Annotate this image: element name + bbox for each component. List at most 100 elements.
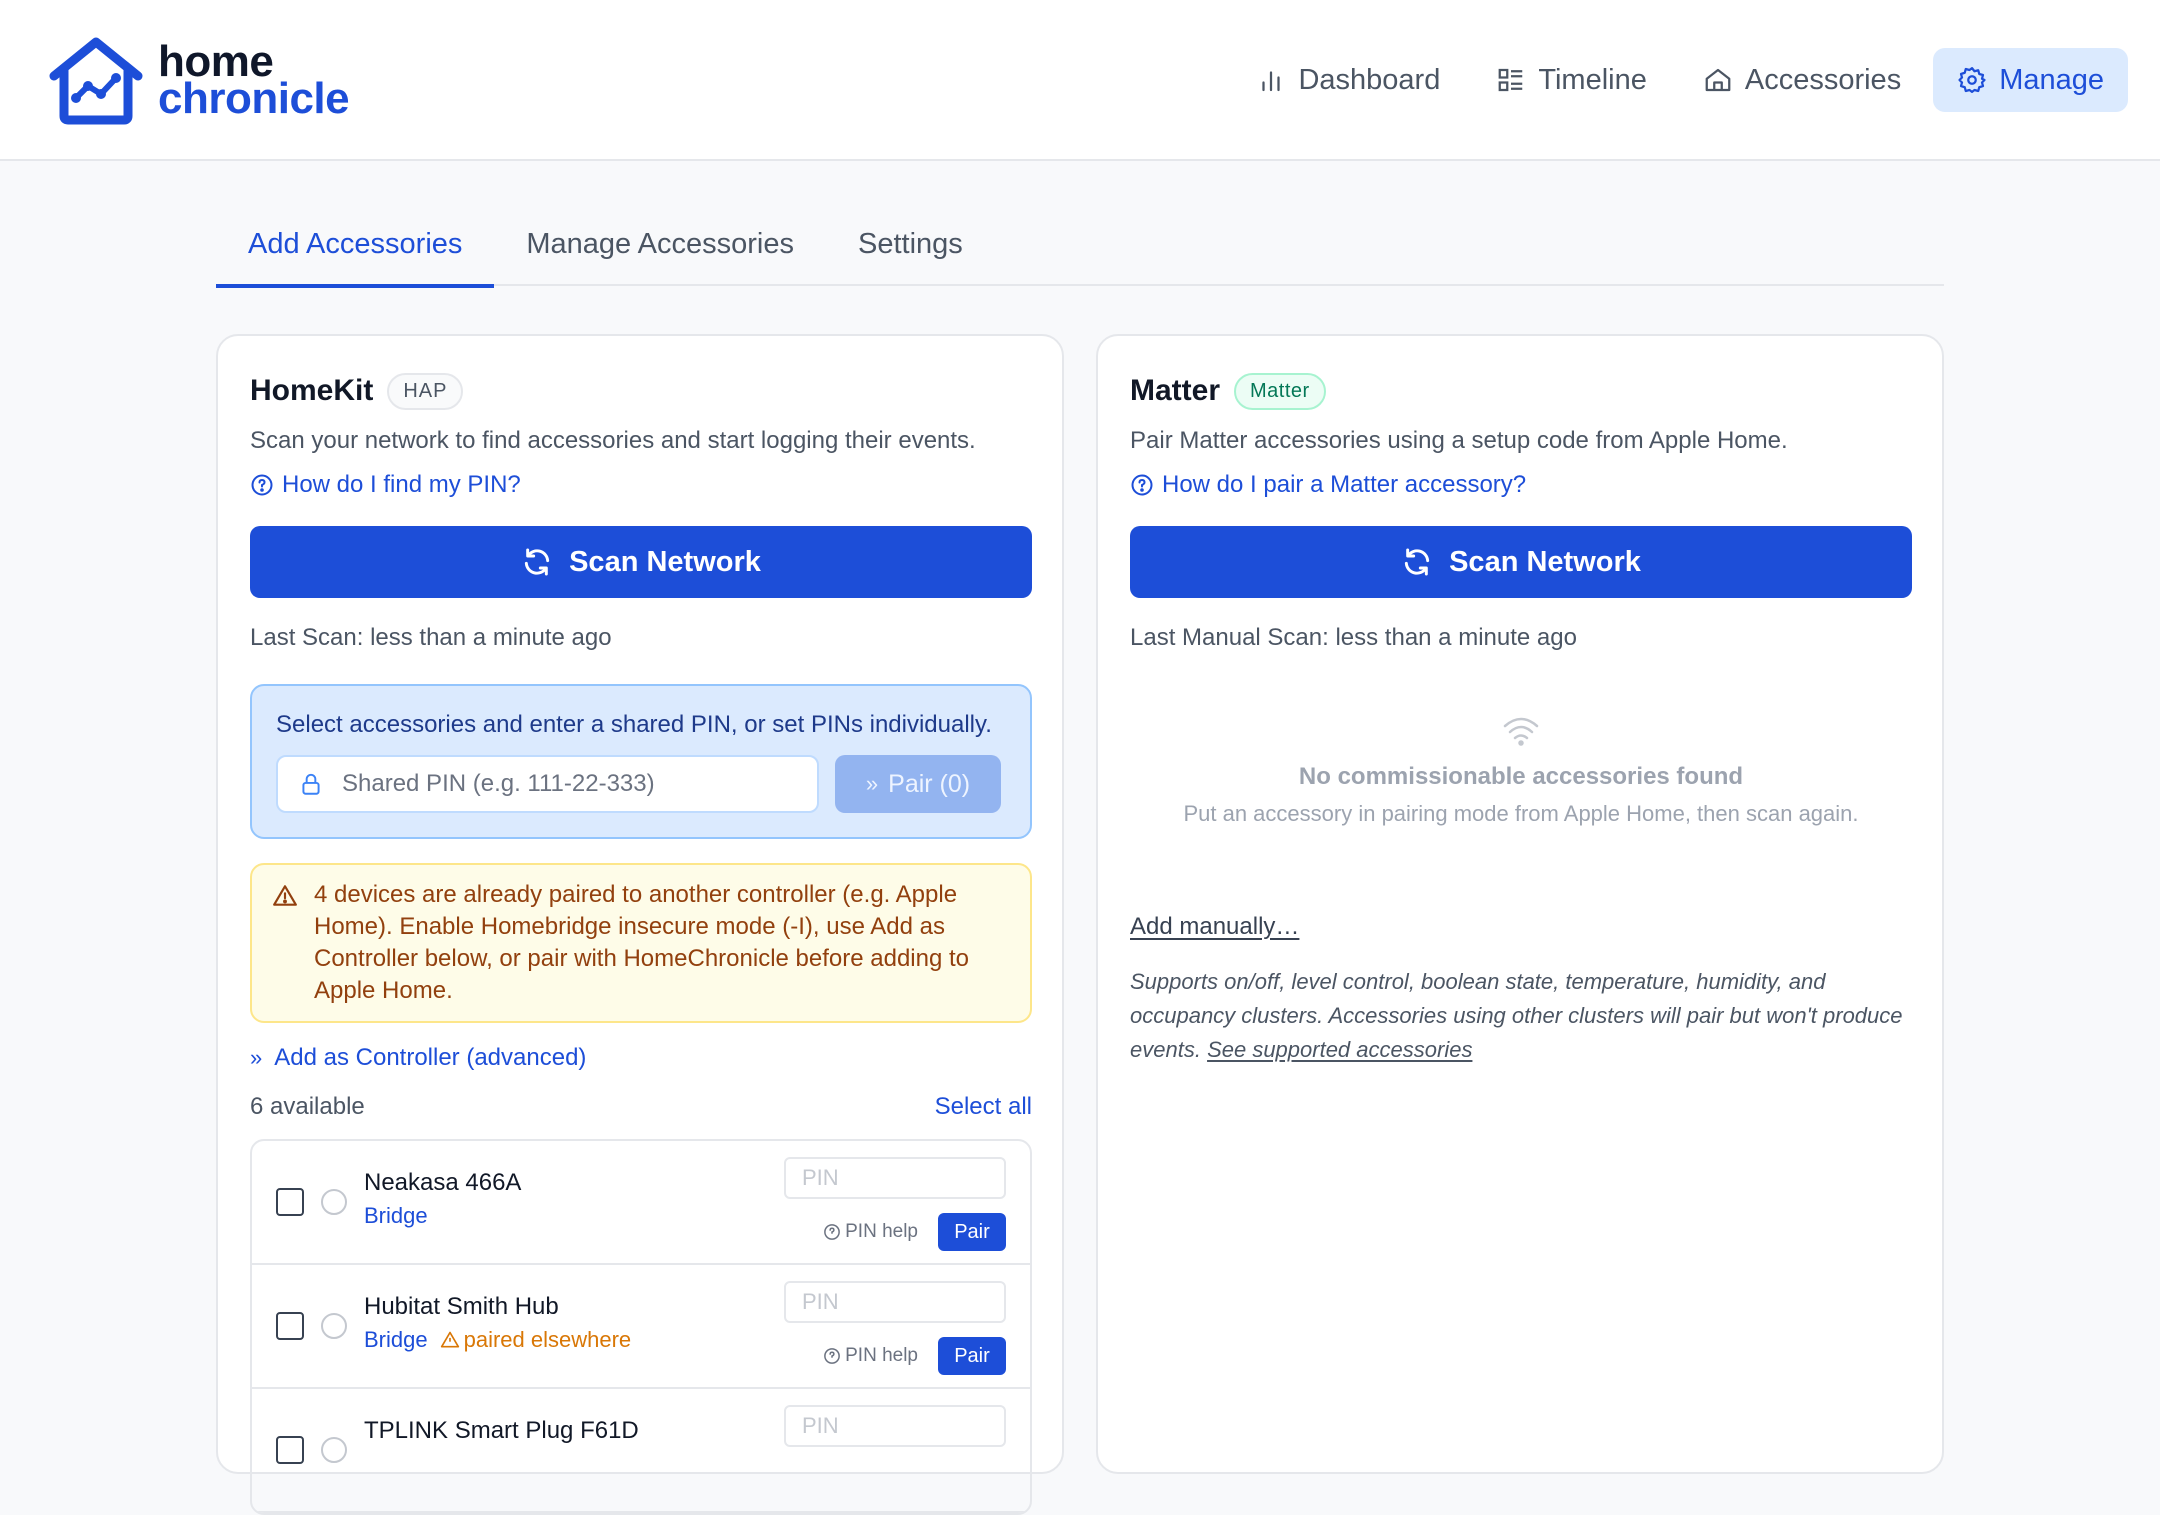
device-pin-help[interactable]: PIN help	[823, 1337, 918, 1375]
pair-selected-button[interactable]: » Pair (0)	[835, 755, 1001, 813]
device-type: Bridge	[364, 1327, 428, 1352]
logo-house-icon	[49, 37, 143, 125]
matter-scan-button[interactable]: Scan Network	[1130, 526, 1912, 598]
warning-text: 4 devices are already paired to another …	[314, 881, 970, 1004]
matter-last-scan: Last Manual Scan: less than a minute ago	[1130, 624, 1577, 651]
device-meta: Bridge	[364, 1203, 428, 1229]
device-checkbox[interactable]	[276, 1436, 304, 1464]
nav-timeline-label: Timeline	[1538, 63, 1647, 96]
homekit-scan-button[interactable]: Scan Network	[250, 526, 1032, 598]
nav-accessories[interactable]: Accessories	[1679, 48, 1925, 112]
matter-title-row: Matter Matter	[1130, 368, 1912, 414]
homekit-description: Scan your network to find accessories an…	[250, 427, 976, 454]
see-supported-accessories-link[interactable]: See supported accessories	[1207, 1037, 1472, 1062]
nav-manage-label: Manage	[1999, 63, 2104, 96]
top-nav: Dashboard Timeline Accessories Manage	[1224, 48, 2128, 112]
wifi-icon	[1503, 717, 1539, 746]
nav-dashboard[interactable]: Dashboard	[1232, 48, 1464, 112]
device-status-indicator	[321, 1437, 347, 1463]
matter-help-link-label: How do I pair a Matter accessory?	[1162, 471, 1527, 498]
empty-state-title: No commissionable accessories found	[1298, 763, 1744, 790]
device-pin-help-label: PIN help	[845, 1221, 918, 1242]
refresh-icon	[524, 548, 550, 576]
shared-pin-placeholder: Shared PIN (e.g. 111-22-333)	[342, 770, 655, 797]
house-icon	[1705, 68, 1731, 92]
question-circle-icon	[824, 1224, 840, 1240]
device-name: TPLINK Smart Plug F61D	[364, 1417, 639, 1444]
device-pin-input[interactable]: PIN	[784, 1405, 1006, 1447]
homekit-last-scan: Last Scan: less than a minute ago	[250, 624, 612, 651]
device-status-indicator	[321, 1313, 347, 1339]
matter-scan-label: Scan Network	[1449, 545, 1641, 578]
device-pin-input[interactable]: PIN	[784, 1157, 1006, 1199]
pair-selected-label: Pair (0)	[888, 769, 971, 798]
device-status-indicator	[321, 1189, 347, 1215]
matter-empty-state: No commissionable accessories found Put …	[1130, 714, 1912, 827]
question-circle-icon	[824, 1348, 840, 1364]
question-circle-icon	[1131, 474, 1153, 496]
nav-accessories-label: Accessories	[1744, 63, 1902, 96]
homekit-scan-label: Scan Network	[569, 545, 761, 578]
matter-badge: Matter	[1234, 372, 1326, 410]
add-manually-link[interactable]: Add manually…	[1130, 913, 1912, 941]
device-type: Bridge	[364, 1203, 428, 1228]
homekit-card: HomeKit HAP Scan your network to find ac…	[216, 334, 1064, 1515]
lock-icon	[302, 773, 320, 795]
bar-chart-icon	[1262, 71, 1281, 92]
homekit-title: HomeKit	[250, 374, 374, 407]
nav-manage[interactable]: Manage	[1933, 48, 2128, 112]
device-row: Hubitat Smith Hub Bridge paired elsewher…	[252, 1265, 1030, 1389]
paired-elsewhere-label: paired elsewhere	[463, 1327, 632, 1352]
available-row: 6 available Select all	[250, 1093, 1032, 1127]
tab-add-accessories[interactable]: Add Accessories	[216, 218, 495, 288]
shared-pin-panel: Select accessories and enter a shared PI…	[250, 684, 1032, 839]
available-count: 6 available	[250, 1093, 365, 1120]
pin-help-link-label: How do I find my PIN?	[282, 471, 521, 498]
device-checkbox[interactable]	[276, 1188, 304, 1216]
hap-badge: HAP	[387, 372, 464, 410]
paired-elsewhere-badge: paired elsewhere	[440, 1327, 632, 1353]
add-as-controller-link[interactable]: » Add as Controller (advanced)	[250, 1041, 1032, 1075]
double-chevron-icon: »	[865, 771, 879, 796]
gear-icon	[1958, 67, 1986, 93]
warning-icon	[440, 1331, 459, 1348]
shared-pin-input[interactable]: Shared PIN (e.g. 111-22-333)	[276, 755, 819, 813]
device-row: TPLINK Smart Plug F61D PIN	[252, 1389, 1030, 1513]
warning-icon	[273, 885, 297, 906]
manage-tabs: Add Accessories Manage Accessories Setti…	[216, 218, 1944, 288]
device-meta: Bridge paired elsewhere	[364, 1327, 631, 1353]
device-pin-help-label: PIN help	[845, 1345, 918, 1366]
device-pin-help[interactable]: PIN help	[823, 1213, 918, 1251]
device-list: Neakasa 466A Bridge PIN PIN help Pair Hu…	[250, 1139, 1032, 1515]
pin-help-link[interactable]: How do I find my PIN?	[250, 468, 1032, 502]
select-all-link[interactable]: Select all	[935, 1093, 1032, 1127]
double-chevron-icon: »	[250, 1045, 263, 1070]
matter-title: Matter	[1130, 374, 1221, 407]
logo-text: home chronicle	[158, 40, 350, 123]
matter-card: Matter Matter Pair Matter accessories us…	[1096, 334, 1944, 1474]
question-circle-icon	[251, 474, 273, 496]
add-as-controller-label: Add as Controller (advanced)	[274, 1044, 587, 1071]
app-header: home chronicle Dashboard Timeline Access…	[0, 0, 2160, 161]
device-name: Hubitat Smith Hub	[364, 1293, 559, 1320]
device-pin-input[interactable]: PIN	[784, 1281, 1006, 1323]
list-icon	[1498, 68, 1523, 92]
matter-description: Pair Matter accessories using a setup co…	[1130, 427, 1788, 454]
logo-line2: chronicle	[158, 74, 350, 123]
tab-settings[interactable]: Settings	[826, 218, 995, 286]
refresh-icon	[1404, 548, 1430, 576]
device-row: Neakasa 466A Bridge PIN PIN help Pair	[252, 1141, 1030, 1265]
tab-manage-accessories[interactable]: Manage Accessories	[494, 218, 826, 286]
device-checkbox[interactable]	[276, 1312, 304, 1340]
nav-timeline[interactable]: Timeline	[1472, 48, 1671, 112]
paired-elsewhere-warning: 4 devices are already paired to another …	[250, 863, 1032, 1023]
homekit-title-row: HomeKit HAP	[250, 368, 1032, 414]
supported-clusters-note: Supports on/off, level control, boolean …	[1130, 965, 1912, 1067]
empty-state-subtitle: Put an accessory in pairing mode from Ap…	[1183, 801, 1859, 826]
device-pair-button[interactable]: Pair	[938, 1213, 1006, 1251]
device-pair-button[interactable]: Pair	[938, 1337, 1006, 1375]
nav-dashboard-label: Dashboard	[1298, 63, 1441, 96]
shared-pin-instructions: Select accessories and enter a shared PI…	[276, 711, 992, 738]
app-logo[interactable]: home chronicle	[46, 34, 350, 126]
matter-help-link[interactable]: How do I pair a Matter accessory?	[1130, 468, 1912, 502]
